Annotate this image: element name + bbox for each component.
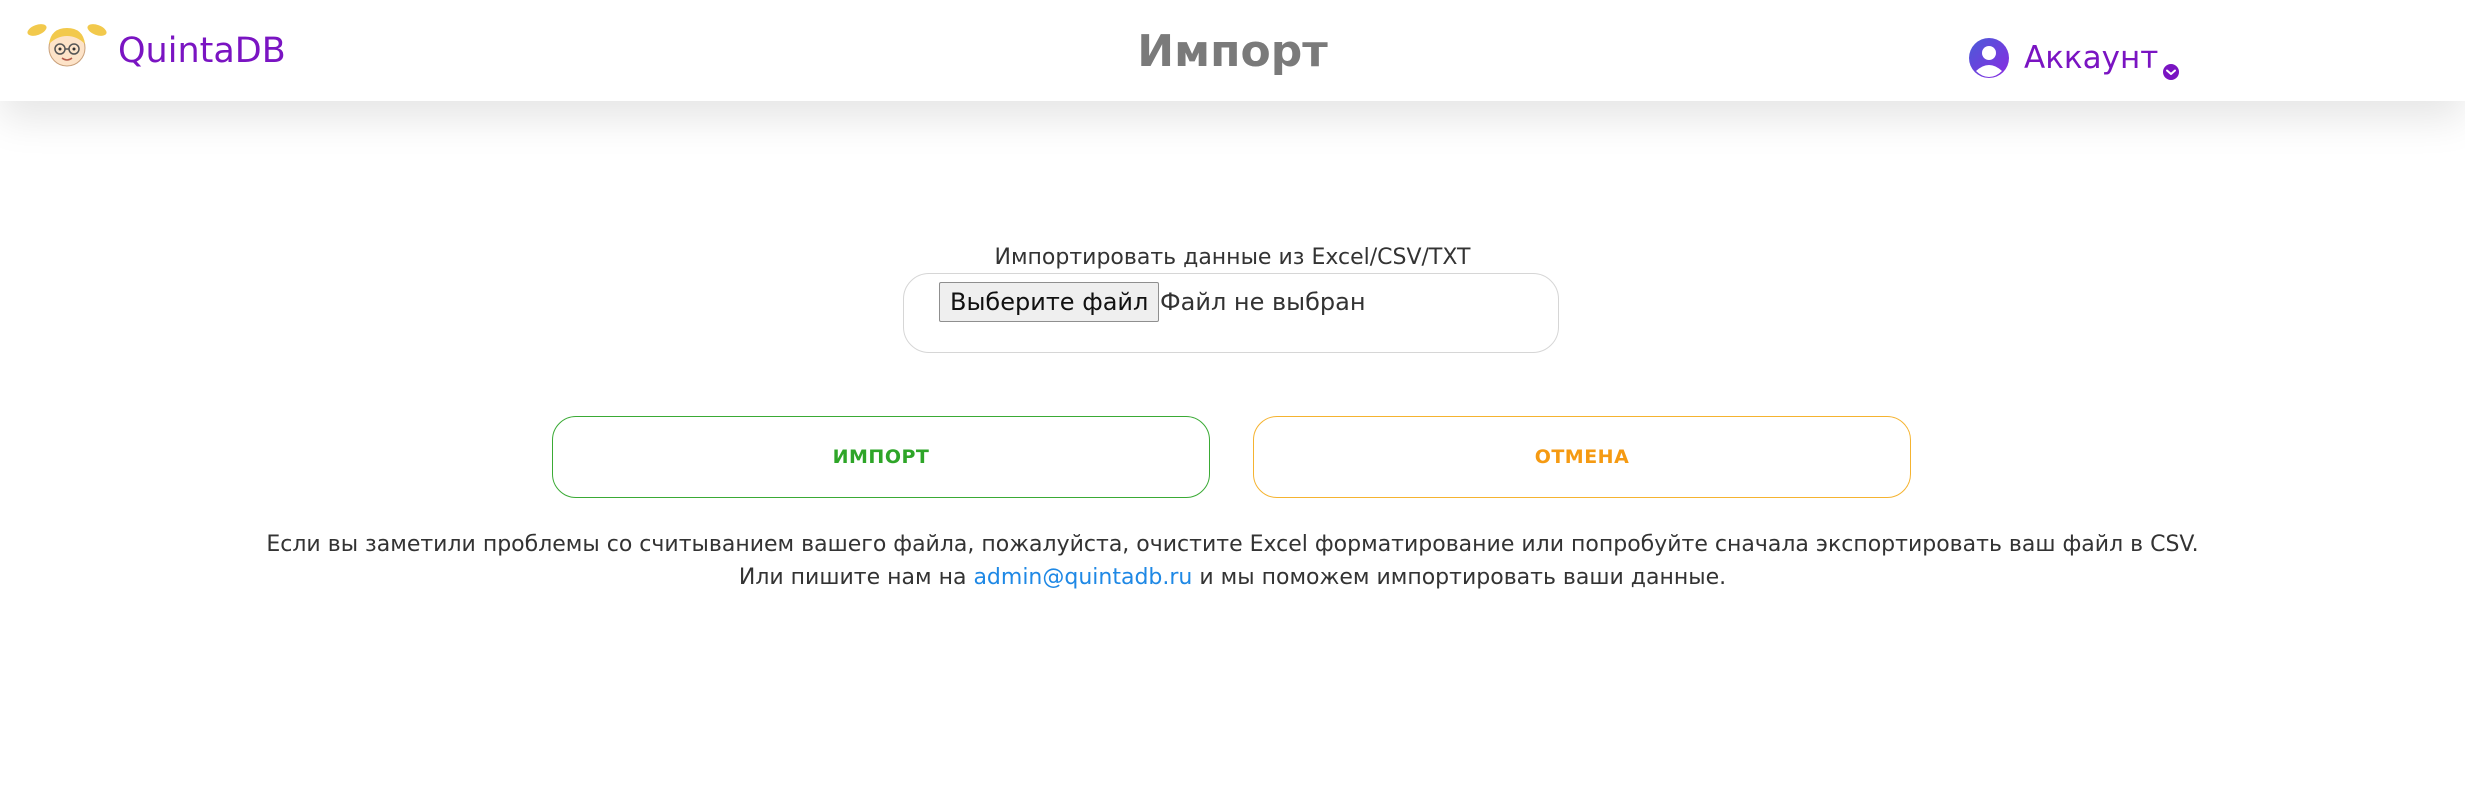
chevron-down-icon[interactable] — [2162, 63, 2180, 81]
cancel-button[interactable]: ОТМЕНА — [1253, 416, 1911, 498]
help-text-suffix: и мы поможем импортировать ваши данные. — [1192, 565, 1727, 590]
import-field-label: Импортировать данные из Excel/CSV/TXT — [994, 245, 1471, 270]
account-label: Аккаунт — [2024, 40, 2159, 76]
help-text-line1: Если вы заметили проблемы со считыванием… — [266, 532, 2199, 557]
user-avatar-icon — [1969, 38, 2009, 78]
account-menu[interactable]: Аккаунт — [1968, 36, 2158, 80]
import-button[interactable]: ИМПОРТ — [552, 416, 1210, 498]
help-text-prefix: Или пишите нам на — [738, 565, 974, 590]
support-email-link[interactable]: admin@quintadb.ru — [973, 565, 1192, 590]
file-input-box[interactable]: Выберите файл Файл не выбран — [903, 273, 1559, 353]
file-status-text: Файл не выбран — [1160, 288, 1366, 316]
help-text-line2: Или пишите нам на admin@quintadb.ru и мы… — [0, 563, 2465, 593]
top-header: QuintaDB Импорт Аккаунт — [0, 0, 2465, 101]
choose-file-button[interactable]: Выберите файл — [939, 282, 1160, 322]
